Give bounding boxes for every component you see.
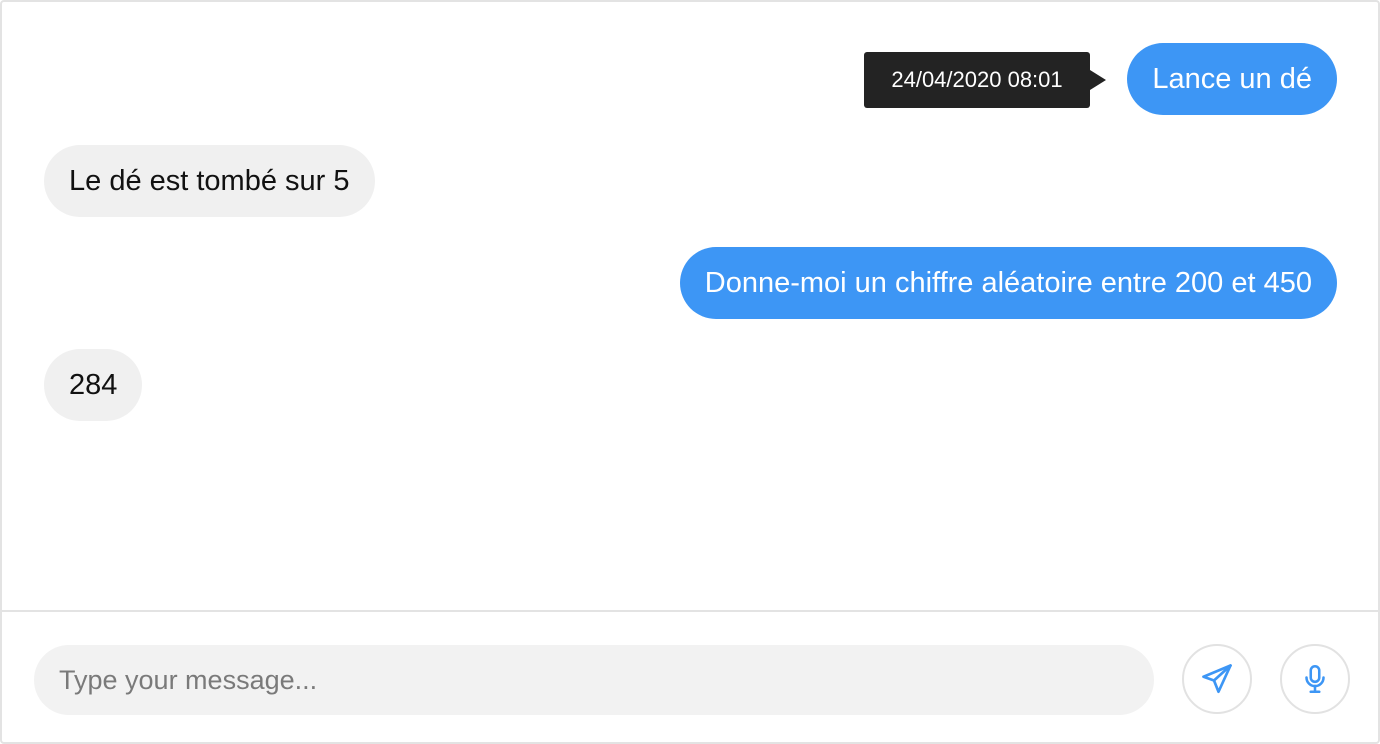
user-message-bubble[interactable]: Donne-moi un chiffre aléatoire entre 200… xyxy=(679,247,1337,319)
chat-window: 24/04/2020 08:01 Lance un dé Le dé est t… xyxy=(0,0,1380,744)
timestamp-tooltip: 24/04/2020 08:01 xyxy=(864,52,1090,108)
microphone-button[interactable] xyxy=(1280,644,1350,714)
bot-message-bubble[interactable]: 284 xyxy=(44,349,143,421)
user-message-bubble[interactable]: Lance un dé xyxy=(1127,43,1337,115)
microphone-icon xyxy=(1305,664,1325,694)
bot-message-bubble[interactable]: Le dé est tombé sur 5 xyxy=(44,145,375,217)
message-input[interactable] xyxy=(34,645,1154,715)
message-composer xyxy=(2,610,1378,742)
tooltip-arrow xyxy=(1090,70,1106,90)
send-button[interactable] xyxy=(1182,644,1252,714)
message-list: 24/04/2020 08:01 Lance un dé Le dé est t… xyxy=(2,2,1378,610)
paper-plane-icon xyxy=(1202,664,1232,694)
